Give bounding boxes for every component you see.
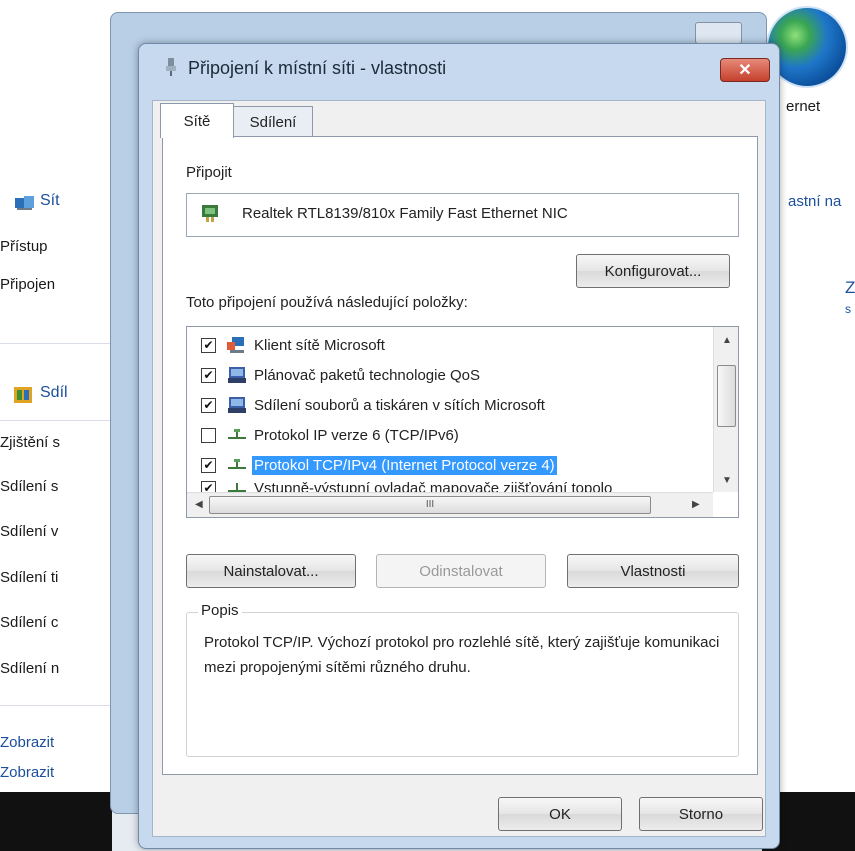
background-item-pristup[interactable]: Přístup — [0, 238, 48, 255]
protocol-icon — [228, 483, 246, 492]
network-icon — [14, 194, 36, 212]
dialog-title: Připojení k místní síti - vlastnosti — [188, 58, 447, 78]
item-checkbox[interactable]: ✔ — [201, 397, 216, 413]
adapter-name: Realtek RTL8139/810x Family Fast Etherne… — [242, 205, 568, 222]
service-icon — [228, 367, 246, 383]
description-text: Protokol TCP/IP. Výchozí protokol pro ro… — [204, 634, 720, 676]
item-checkbox[interactable]: ✔ — [201, 367, 216, 383]
background-section-item[interactable]: Sdílení ti — [0, 569, 58, 586]
divider — [0, 343, 112, 344]
background-section-item[interactable]: Sdílení c — [0, 614, 58, 631]
tab-sharing[interactable]: Sdílení — [233, 106, 313, 137]
background-item-pripojeni[interactable]: Připojen — [0, 276, 55, 293]
item-label: Sdílení souborů a tiskáren v sítích Micr… — [254, 396, 545, 414]
service-icon — [228, 397, 246, 413]
background-section-item[interactable]: Zjištění s — [0, 434, 60, 451]
sidebar-title: Sít — [40, 192, 60, 209]
list-item[interactable]: ✔ Sdílení souborů a tiskáren v sítích Mi… — [187, 391, 707, 419]
divider — [0, 705, 112, 706]
scroll-left-arrow-icon[interactable]: ◀ — [195, 499, 203, 510]
items-label: Toto připojení používá následující polož… — [186, 294, 468, 311]
connection-plug-icon — [164, 58, 178, 76]
item-checkbox[interactable]: ✔ — [201, 337, 216, 353]
section-title: Sdíl — [40, 384, 68, 401]
client-network-icon — [227, 337, 244, 353]
list-item-selected[interactable]: ✔ Protokol TCP/IPv4 (Internet Protocol v… — [187, 451, 707, 479]
vertical-scrollbar[interactable]: ▲ ▼ — [713, 327, 738, 492]
connect-label: Připojit — [186, 164, 232, 181]
ok-button[interactable]: OK — [498, 797, 622, 831]
background-dialog-close-button[interactable] — [695, 22, 742, 44]
protocol-icon — [228, 429, 246, 439]
cancel-button[interactable]: Storno — [639, 797, 763, 831]
item-checkbox[interactable]: ✔ — [201, 457, 216, 473]
scroll-down-arrow-icon[interactable]: ▼ — [722, 475, 732, 486]
internet-label[interactable]: ernet — [786, 98, 820, 115]
vertical-scroll-thumb[interactable] — [717, 365, 736, 427]
background-link-fragment[interactable]: astní na — [788, 193, 841, 210]
horizontal-scroll-thumb[interactable]: III — [209, 496, 651, 514]
background-section-item[interactable]: Sdílení v — [0, 523, 58, 540]
protocol-icon — [228, 459, 246, 469]
list-item[interactable]: Protokol IP verze 6 (TCP/IPv6) — [187, 421, 707, 449]
item-label: Klient sítě Microsoft — [254, 336, 385, 354]
item-label: Plánovač paketů technologie QoS — [254, 366, 480, 384]
install-button[interactable]: Nainstalovat... — [186, 554, 356, 588]
network-adapter-icon — [200, 202, 222, 224]
background-section-item[interactable]: Sdílení n — [0, 660, 59, 677]
close-button[interactable]: ✕ — [720, 58, 770, 82]
list-item[interactable]: ✔ Vstupně-výstupní ovladač mapovače zjiš… — [187, 479, 707, 493]
scroll-right-arrow-icon[interactable]: ▶ — [692, 499, 700, 510]
background-fragment-z: Z — [845, 278, 855, 297]
list-item[interactable]: ✔ Plánovač paketů technologie QoS — [187, 361, 707, 389]
uninstall-button[interactable]: Odinstalovat — [376, 554, 546, 588]
item-checkbox[interactable] — [201, 427, 216, 443]
tab-site[interactable]: Sítě — [160, 103, 234, 138]
configure-button[interactable]: Konfigurovat... — [576, 254, 730, 288]
scroll-up-arrow-icon[interactable]: ▲ — [722, 335, 732, 346]
item-label: Protokol IP verze 6 (TCP/IPv6) — [254, 426, 459, 444]
item-label: Vstupně-výstupní ovladač mapovače zjišťo… — [254, 480, 613, 493]
horizontal-scrollbar[interactable]: ◀ III ▶ — [187, 492, 713, 517]
background-fragment-s: s — [845, 302, 851, 316]
background-link[interactable]: Zobrazit — [0, 764, 54, 778]
sharing-icon — [14, 387, 32, 403]
divider — [0, 420, 112, 421]
background-link[interactable]: Zobrazit — [0, 734, 54, 751]
item-label: Protokol TCP/IPv4 (Internet Protocol ver… — [252, 455, 557, 475]
properties-button[interactable]: Vlastnosti — [567, 554, 739, 588]
list-item[interactable]: ✔ Klient sítě Microsoft — [187, 331, 707, 359]
components-list[interactable]: ✔ Klient sítě Microsoft ✔ Plánovač paket… — [186, 326, 739, 518]
background-section-item[interactable]: Sdílení s — [0, 478, 58, 495]
description-group-label: Popis — [198, 602, 242, 619]
